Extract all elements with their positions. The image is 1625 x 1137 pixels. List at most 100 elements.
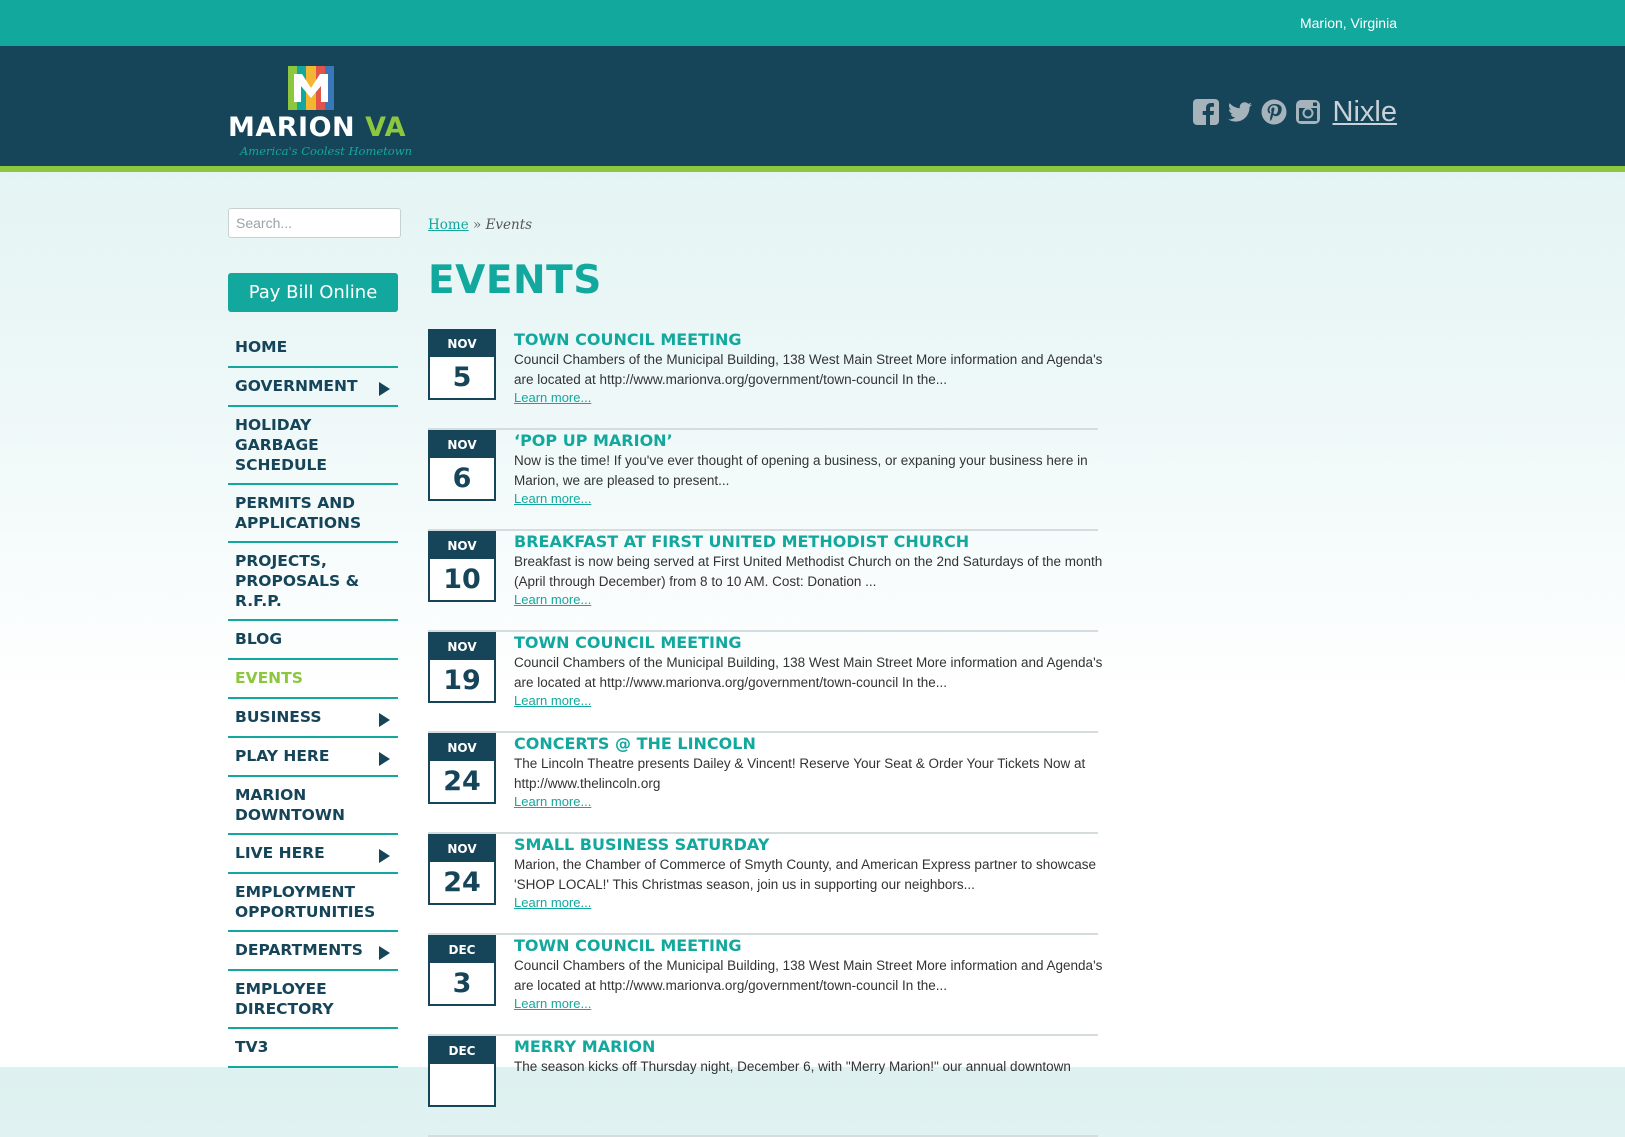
sidebar-item-marion-downtown[interactable]: Marion Downtown	[228, 777, 398, 835]
event-day: 5	[452, 362, 472, 393]
sidebar-item-blog[interactable]: Blog	[228, 621, 398, 660]
twitter-icon[interactable]	[1227, 99, 1253, 125]
event-description: Marion, the Chamber of Commerce of Smyth…	[514, 857, 1097, 892]
sidebar-item-label: Permits and Applications	[235, 494, 362, 532]
learn-more-link[interactable]: Learn more...	[514, 794, 591, 809]
pay-bill-button[interactable]: Pay Bill Online	[228, 273, 398, 312]
event-item: NOV 24 Concerts @ The Lincoln The Lincol…	[428, 733, 1098, 834]
pinterest-icon[interactable]	[1261, 99, 1287, 125]
events-list: NOV 5 Town Council Meeting Council Chamb…	[428, 329, 1102, 1137]
event-item: NOV 19 Town Council Meeting Council Cham…	[428, 632, 1102, 733]
event-date: NOV 24	[428, 733, 496, 804]
submenu-arrow-icon[interactable]	[379, 946, 390, 960]
sidebar-item-live-here[interactable]: Live Here	[228, 835, 398, 874]
event-day: 24	[443, 766, 481, 797]
logo-tagline: America's Coolest Hometown	[240, 144, 412, 158]
event-description: Council Chambers of the Municipal Buildi…	[514, 958, 1103, 993]
logo-m-icon	[288, 66, 334, 110]
event-title-link[interactable]: ‘Pop Up Marion’	[514, 431, 1104, 450]
sidebar-item-label: Departments	[235, 941, 363, 959]
sidebar-item-tv3[interactable]: TV3	[228, 1029, 398, 1068]
top-bar: Marion, Virginia	[0, 0, 1625, 46]
breadcrumb-separator: »	[473, 217, 482, 233]
sidebar-item-label: Blog	[235, 630, 283, 648]
search-input[interactable]	[228, 208, 401, 238]
sidebar-item-business[interactable]: Business	[228, 699, 398, 738]
event-day: 3	[452, 968, 472, 999]
event-title-link[interactable]: Town Council Meeting	[514, 330, 1104, 349]
sidebar-item-label: Holiday Garbage Schedule	[235, 416, 328, 474]
event-title-link[interactable]: Concerts @ The Lincoln	[514, 734, 1104, 753]
event-title-link[interactable]: Merry Marion	[514, 1037, 1104, 1056]
logo-wordmark: MARION VA	[228, 112, 407, 143]
event-date: NOV 6	[428, 430, 496, 501]
sidebar-item-label: Marion Downtown	[235, 786, 345, 824]
event-day: 24	[443, 867, 481, 898]
sidebar-item-play-here[interactable]: Play Here	[228, 738, 398, 777]
event-description: Breakfast is now being served at First U…	[514, 554, 1103, 589]
sidebar-item-departments[interactable]: Departments	[228, 932, 398, 971]
event-description: Council Chambers of the Municipal Buildi…	[514, 655, 1103, 690]
event-item: NOV 5 Town Council Meeting Council Chamb…	[428, 329, 1102, 430]
event-month: DEC	[430, 1038, 494, 1064]
sidebar-item-employee-directory[interactable]: Employee Directory	[228, 971, 398, 1029]
event-title-link[interactable]: Breakfast at First United Methodist Chur…	[514, 532, 1104, 551]
sidebar-item-label: Employee Directory	[235, 980, 334, 1018]
sidebar-item-label: Projects, Proposals & R.F.P.	[235, 552, 360, 610]
event-title-link[interactable]: Town Council Meeting	[514, 936, 1104, 955]
site-logo[interactable]: MARION VA America's Coolest Hometown	[228, 66, 412, 158]
sidebar-item-label: Events	[235, 669, 303, 687]
sidebar-item-label: Employment Opportunities	[235, 883, 376, 921]
sidebar-item-home[interactable]: Home	[228, 329, 398, 368]
event-description: Council Chambers of the Municipal Buildi…	[514, 352, 1103, 387]
sidebar-item-employment[interactable]: Employment Opportunities	[228, 874, 398, 932]
nixle-link[interactable]: Nixle	[1333, 96, 1397, 129]
learn-more-link[interactable]: Learn more...	[514, 592, 591, 607]
event-title-link[interactable]: Town Council Meeting	[514, 633, 1104, 652]
event-day: 6	[452, 463, 472, 494]
learn-more-link[interactable]: Learn more...	[514, 491, 591, 506]
learn-more-link[interactable]: Learn more...	[514, 390, 591, 405]
event-item: DEC Merry Marion The season kicks off Th…	[428, 1036, 1098, 1137]
facebook-icon[interactable]	[1192, 99, 1219, 125]
learn-more-link[interactable]: Learn more...	[514, 693, 591, 708]
event-month: NOV	[430, 836, 494, 862]
learn-more-link[interactable]: Learn more...	[514, 895, 591, 910]
event-date: DEC	[428, 1036, 496, 1107]
event-item: NOV 24 Small Business Saturday Marion, t…	[428, 834, 1098, 935]
sidebar-nav: Home Government Holiday Garbage Schedule…	[228, 329, 398, 1068]
social-links: Nixle	[1192, 92, 1397, 132]
sidebar-item-projects[interactable]: Projects, Proposals & R.F.P.	[228, 543, 398, 621]
instagram-icon[interactable]	[1295, 99, 1321, 125]
sidebar-item-label: Live Here	[235, 844, 325, 862]
learn-more-link[interactable]: Learn more...	[514, 996, 591, 1011]
sidebar-item-permits[interactable]: Permits and Applications	[228, 485, 398, 543]
submenu-arrow-icon[interactable]	[379, 849, 390, 863]
event-item: NOV 6 ‘Pop Up Marion’ Now is the time! I…	[428, 430, 1098, 531]
event-date: DEC 3	[428, 935, 496, 1006]
sidebar-item-label: Home	[235, 338, 288, 356]
sidebar-item-label: Play Here	[235, 747, 330, 765]
event-day: 10	[443, 564, 481, 595]
event-title-link[interactable]: Small Business Saturday	[514, 835, 1104, 854]
event-description: The Lincoln Theatre presents Dailey & Vi…	[514, 756, 1086, 791]
event-day: 19	[443, 665, 481, 696]
location-text: Marion, Virginia	[1299, 15, 1397, 31]
sidebar-item-government[interactable]: Government	[228, 368, 398, 407]
event-description: The season kicks off Thursday night, Dec…	[514, 1059, 1071, 1074]
breadcrumb-home-link[interactable]: Home	[428, 217, 469, 233]
sidebar-item-holiday-garbage-schedule[interactable]: Holiday Garbage Schedule	[228, 407, 398, 485]
site-header: MARION VA America's Coolest Hometown Nix…	[0, 46, 1625, 172]
breadcrumb: Home » Events	[428, 217, 532, 233]
sidebar-item-events[interactable]: Events	[228, 660, 398, 699]
event-description: Now is the time! If you've ever thought …	[514, 453, 1088, 488]
submenu-arrow-icon[interactable]	[379, 752, 390, 766]
event-date: NOV 24	[428, 834, 496, 905]
event-month: NOV	[430, 331, 494, 357]
sidebar-item-label: Government	[235, 377, 358, 395]
submenu-arrow-icon[interactable]	[379, 382, 390, 396]
event-date: NOV 19	[428, 632, 496, 703]
event-item: DEC 3 Town Council Meeting Council Chamb…	[428, 935, 1102, 1036]
submenu-arrow-icon[interactable]	[379, 713, 390, 727]
event-month: NOV	[430, 735, 494, 761]
